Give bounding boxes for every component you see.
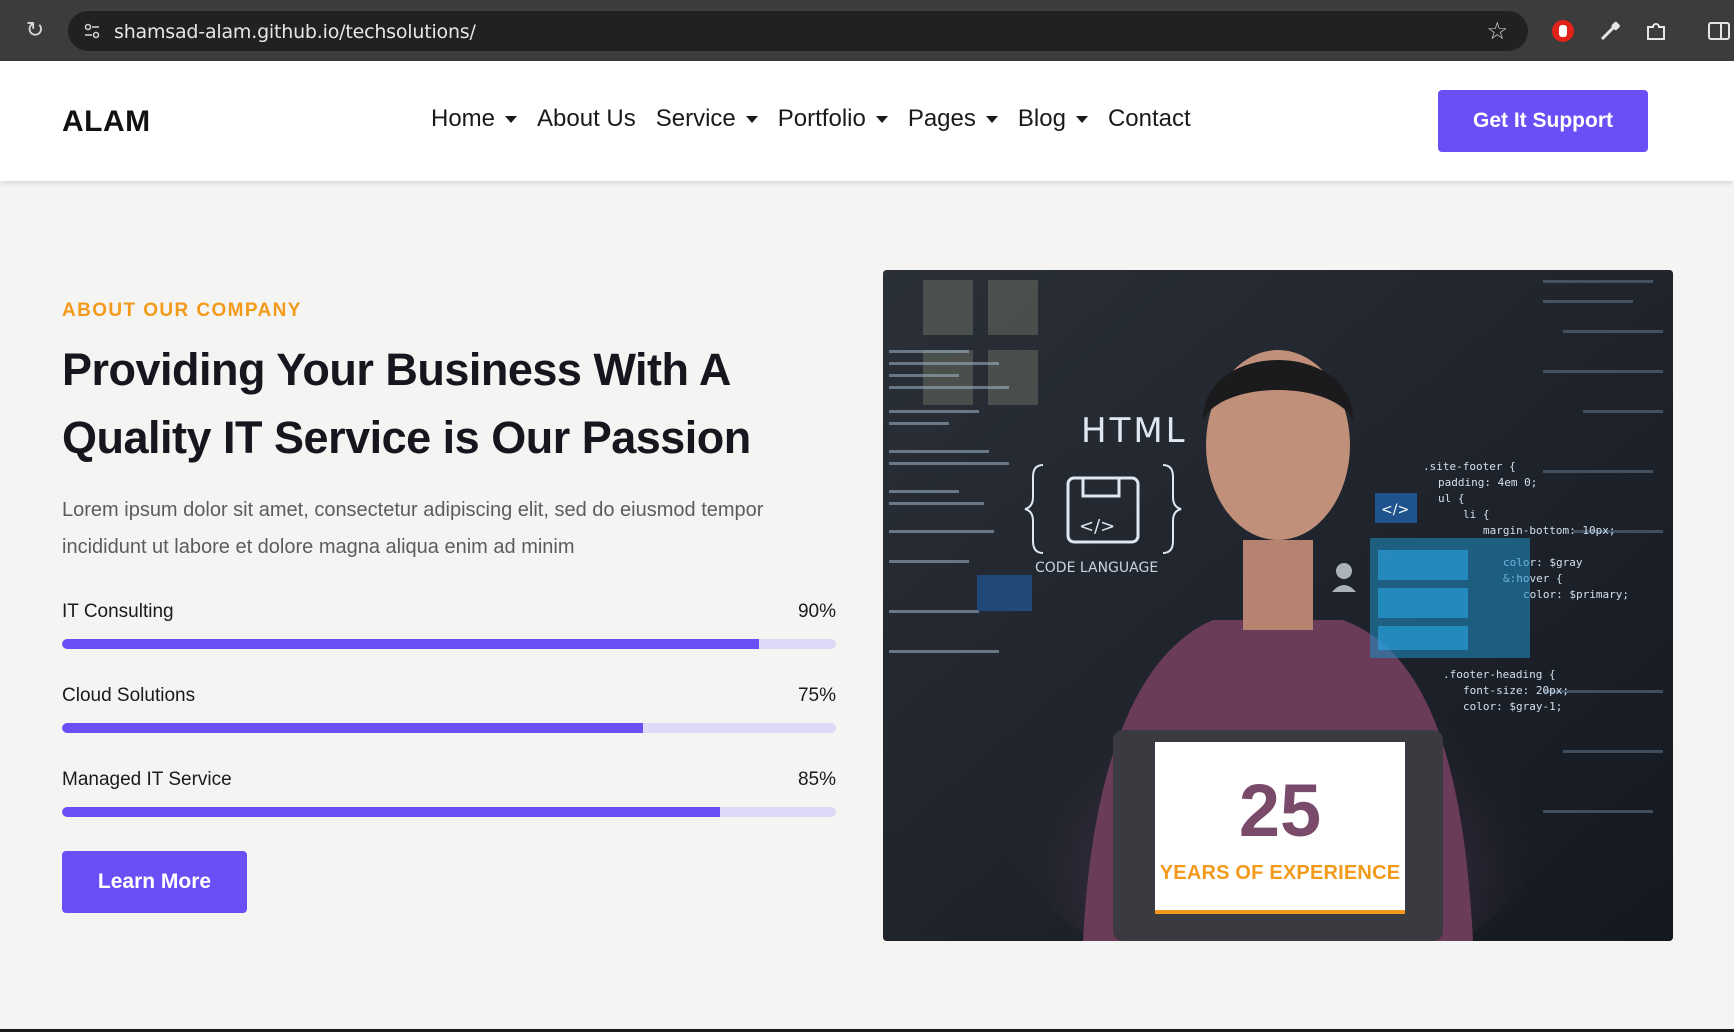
nav-label: Portfolio <box>777 105 866 132</box>
progress-fill <box>62 639 759 649</box>
section-headline: Providing Your Business With A Quality I… <box>62 344 751 463</box>
nav-item-pages[interactable]: Pages <box>908 105 998 133</box>
svg-text:.site-footer {: .site-footer { <box>1423 460 1516 473</box>
eyedropper-icon[interactable] <box>1597 18 1623 44</box>
skill-name: IT Consulting <box>62 601 174 622</box>
site-info-icon[interactable] <box>82 21 102 41</box>
svg-text:padding: 4em 0;: padding: 4em 0; <box>1438 476 1537 489</box>
extension-icon[interactable] <box>1550 18 1576 44</box>
caret-down-icon <box>985 115 998 123</box>
svg-text:</>: </> <box>1079 516 1115 537</box>
nav-item-about-us[interactable]: About Us <box>537 105 636 133</box>
svg-text:li {: li { <box>1463 508 1490 521</box>
nav-label: About Us <box>537 105 636 132</box>
browser-toolbar: ↻ shamsad-alam.github.io/techsolutions/ … <box>0 0 1734 61</box>
progress-track <box>62 723 836 733</box>
caret-down-icon <box>505 115 518 123</box>
caret-down-icon <box>745 115 758 123</box>
nav-label: Blog <box>1017 105 1066 132</box>
experience-label: YEARS OF EXPERIENCE <box>1159 862 1401 884</box>
nav-label: Home <box>431 105 496 132</box>
progress-fill <box>62 723 643 733</box>
svg-text:</>: </> <box>1381 502 1409 518</box>
site-logo[interactable]: ALAM <box>62 105 151 139</box>
svg-text:ul {: ul { <box>1438 492 1465 505</box>
svg-text:margin-bottom: 10px;: margin-bottom: 10px; <box>1483 524 1615 537</box>
bookmark-star-icon[interactable]: ☆ <box>1486 17 1508 46</box>
overlay-title: HTML <box>1081 411 1188 451</box>
overlay-caption: CODE LANGUAGE <box>1035 560 1158 576</box>
reload-icon[interactable]: ↻ <box>22 17 48 43</box>
svg-text:color: $primary;: color: $primary; <box>1523 588 1629 601</box>
nav-item-service[interactable]: Service <box>656 105 758 133</box>
user-avatar-icon <box>1336 563 1352 579</box>
address-bar[interactable]: shamsad-alam.github.io/techsolutions/ ☆ <box>68 11 1528 51</box>
nav-label: Pages <box>907 105 976 132</box>
caret-down-icon <box>1075 115 1088 123</box>
svg-text:font-size: 20px;: font-size: 20px; <box>1463 684 1569 697</box>
url-text[interactable]: shamsad-alam.github.io/techsolutions/ <box>114 21 476 43</box>
experience-card: 25 YEARS OF EXPERIENCE <box>1155 742 1405 914</box>
section-lead: Lorem ipsum dolor sit amet, consectetur … <box>62 499 764 558</box>
skill-percent: 90% <box>797 601 836 622</box>
nav-item-contact[interactable]: Contact <box>1108 105 1191 133</box>
experience-number: 25 <box>1238 769 1322 852</box>
progress-track <box>62 807 836 817</box>
puzzle-icon[interactable] <box>1643 18 1669 44</box>
skill-name: Cloud Solutions <box>62 685 196 706</box>
progress-track <box>62 639 836 649</box>
skill-percent: 85% <box>797 769 836 790</box>
learn-more-button[interactable]: Learn More <box>62 851 247 913</box>
svg-text:.footer-heading {: .footer-heading { <box>1443 668 1556 681</box>
main-nav: Home About Us Service Portfolio Pages Bl… <box>431 105 1211 133</box>
site-header: ALAM Home About Us Service Portfolio Pag… <box>0 61 1734 181</box>
get-it-support-button[interactable]: Get It Support <box>1438 90 1648 152</box>
progress-fill <box>62 807 720 817</box>
svg-text:color: $gray-1;: color: $gray-1; <box>1463 700 1562 713</box>
section-eyebrow: ABOUT OUR COMPANY <box>62 300 302 321</box>
caret-down-icon <box>875 115 888 123</box>
nav-item-blog[interactable]: Blog <box>1018 105 1088 133</box>
nav-item-home[interactable]: Home <box>431 105 518 133</box>
side-panel-icon[interactable] <box>1706 18 1732 44</box>
nav-label: Contact <box>1107 105 1191 132</box>
nav-item-portfolio[interactable]: Portfolio <box>778 105 888 133</box>
skill-percent: 75% <box>797 685 836 706</box>
nav-label: Service <box>655 105 736 132</box>
skill-name: Managed IT Service <box>62 769 232 790</box>
